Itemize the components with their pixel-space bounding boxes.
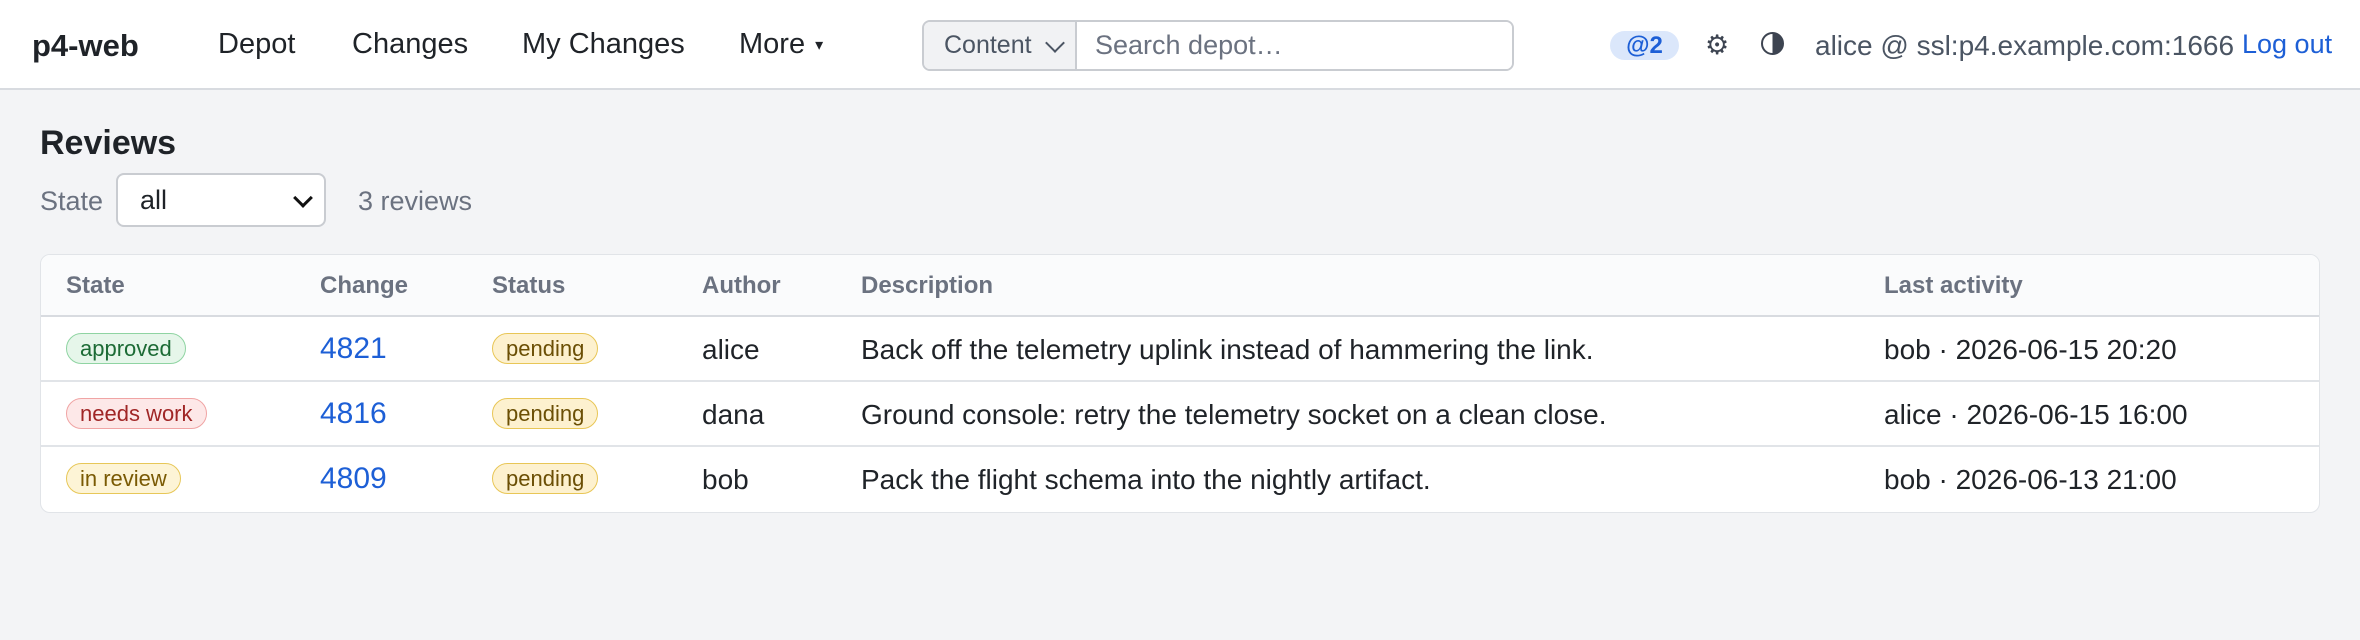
nav-my-changes[interactable]: My Changes bbox=[522, 28, 685, 61]
description: Pack the flight schema into the nightly … bbox=[861, 464, 1431, 495]
chevron-down-icon bbox=[1044, 32, 1065, 53]
table-header: State Change Status Author Description L… bbox=[41, 255, 2319, 317]
nav-more[interactable]: More ▾ bbox=[739, 28, 823, 61]
logout-link[interactable]: Log out bbox=[2242, 29, 2332, 60]
table-row[interactable]: in review 4809 pending bob Pack the flig… bbox=[41, 447, 2319, 512]
description: Back off the telemetry uplink instead of… bbox=[861, 334, 1594, 365]
page-title: Reviews bbox=[40, 124, 177, 162]
column-header-author[interactable]: Author bbox=[702, 272, 781, 300]
column-header-description[interactable]: Description bbox=[861, 272, 993, 300]
table-row[interactable]: approved 4821 pending alice Back off the… bbox=[41, 317, 2319, 382]
search-input[interactable] bbox=[1077, 22, 1512, 69]
author: dana bbox=[702, 399, 765, 430]
user-connection: alice @ ssl:p4.example.com:1666 bbox=[1815, 30, 2235, 61]
gear-icon[interactable]: ⚙ bbox=[1705, 30, 1729, 61]
column-header-status[interactable]: Status bbox=[492, 272, 565, 300]
nav-changes[interactable]: Changes bbox=[352, 28, 468, 61]
last-activity: bob · 2026-06-15 20:20 bbox=[1884, 334, 2177, 365]
state-badge: approved bbox=[66, 333, 186, 364]
state-badge: in review bbox=[66, 463, 181, 494]
state-filter-select[interactable]: all bbox=[116, 173, 326, 227]
nav-more-label: More bbox=[739, 28, 806, 60]
change-link[interactable]: 4821 bbox=[320, 332, 387, 366]
change-link[interactable]: 4816 bbox=[320, 397, 387, 431]
nav-depot[interactable]: Depot bbox=[218, 28, 295, 61]
state-badge: needs work bbox=[66, 398, 207, 429]
table-row[interactable]: needs work 4816 pending dana Ground cons… bbox=[41, 382, 2319, 447]
author: alice bbox=[702, 334, 760, 365]
chevron-down-icon bbox=[293, 188, 313, 208]
change-link[interactable]: 4809 bbox=[320, 462, 387, 496]
search-bar: Content bbox=[922, 20, 1514, 71]
column-header-last-activity[interactable]: Last activity bbox=[1884, 272, 2023, 300]
description: Ground console: retry the telemetry sock… bbox=[861, 399, 1607, 430]
state-filter-value: all bbox=[140, 184, 168, 215]
state-filter-label: State bbox=[40, 186, 104, 216]
reviews-table: State Change Status Author Description L… bbox=[40, 254, 2320, 513]
contrast-icon[interactable] bbox=[1761, 32, 1784, 55]
mentions-badge[interactable]: @2 bbox=[1610, 31, 1679, 60]
status-badge: pending bbox=[492, 333, 599, 364]
search-scope-select[interactable]: Content bbox=[924, 22, 1077, 69]
status-badge: pending bbox=[492, 463, 599, 494]
status-badge: pending bbox=[492, 398, 599, 429]
column-header-change[interactable]: Change bbox=[320, 272, 408, 300]
column-header-state[interactable]: State bbox=[66, 272, 125, 300]
author: bob bbox=[702, 464, 749, 495]
last-activity: alice · 2026-06-15 16:00 bbox=[1884, 399, 2188, 430]
search-scope-label: Content bbox=[944, 31, 1032, 59]
caret-down-icon: ▾ bbox=[815, 37, 824, 54]
brand-logo[interactable]: p4-web bbox=[32, 28, 139, 64]
top-bar: p4-web Depot Changes My Changes More ▾ Co… bbox=[0, 0, 2360, 90]
review-count: 3 reviews bbox=[358, 186, 473, 216]
last-activity: bob · 2026-06-13 21:00 bbox=[1884, 464, 2177, 495]
